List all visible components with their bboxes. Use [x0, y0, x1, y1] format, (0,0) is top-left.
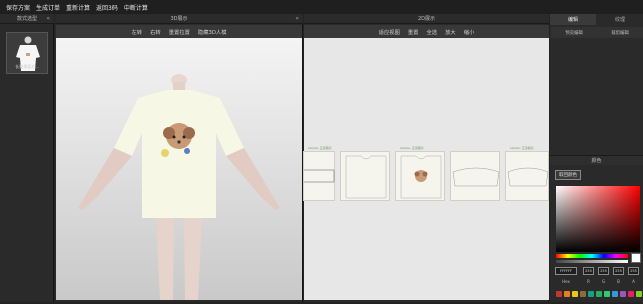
- color-preview-swatch: [631, 253, 641, 263]
- pattern-piece-outline: [304, 169, 335, 183]
- collapse-3d-icon[interactable]: »: [295, 15, 299, 22]
- pattern-piece-outline: [400, 155, 442, 199]
- pattern-piece-label: simple: 正身裁片: [308, 146, 332, 150]
- menu-interrupt-calc[interactable]: 中断计算: [124, 3, 148, 12]
- sub-tabs: 预览编辑 裁剪编辑: [551, 27, 643, 38]
- color-swatch[interactable]: [596, 291, 602, 297]
- pattern-piece[interactable]: [450, 151, 500, 201]
- color-swatch[interactable]: [588, 291, 594, 297]
- pattern-piece-label: simple: 正身裁片: [400, 146, 424, 150]
- panel-3d-title: 3D展示: [170, 16, 188, 22]
- blue-input[interactable]: 255: [613, 267, 624, 275]
- pattern-piece[interactable]: simple: 正身裁片: [395, 146, 445, 201]
- pattern-piece-outline: [345, 155, 387, 199]
- select-all-button[interactable]: 全选: [426, 28, 437, 36]
- alpha-label: A: [632, 279, 635, 284]
- tab-edit[interactable]: 编辑: [550, 14, 596, 25]
- zoom-out-button[interactable]: 缩小: [464, 28, 475, 36]
- style-panel-header: 款式选型 «: [0, 14, 54, 24]
- subtab-preview-edit[interactable]: 预览编辑: [565, 30, 583, 36]
- style-thumbnail-label: 长袖薄柔衫...: [15, 64, 39, 69]
- hide-mannequin-button[interactable]: 隐藏3D人模: [198, 28, 227, 36]
- alpha-input[interactable]: 255: [628, 267, 639, 275]
- pattern-piece-outline: [507, 167, 549, 187]
- style-panel-title: 款式选型: [16, 16, 37, 22]
- mannequin-render: [78, 74, 280, 300]
- toolbar-2d: 适应视图 重置 全选 放大 缩小: [304, 25, 549, 38]
- toolbar-3d: 左转 右转 重置拉置 隐藏3D人模: [56, 25, 302, 38]
- green-label: G: [601, 279, 606, 284]
- alpha-slider[interactable]: [556, 260, 628, 263]
- pattern-piece[interactable]: [340, 151, 390, 201]
- color-swatch[interactable]: [604, 291, 610, 297]
- color-swatch[interactable]: [564, 291, 570, 297]
- collapse-left-icon[interactable]: «: [46, 15, 50, 22]
- view-3d[interactable]: [56, 38, 302, 300]
- pattern-piece[interactable]: simple: 正身裁片: [505, 146, 549, 201]
- color-swatch[interactable]: [572, 291, 578, 297]
- fit-view-button[interactable]: 适应视图: [379, 28, 400, 36]
- subtab-crop-edit[interactable]: 裁剪编辑: [611, 30, 629, 36]
- color-swatch[interactable]: [556, 291, 562, 297]
- color-swatch[interactable]: [612, 291, 618, 297]
- menu-bar: 保存方案 生成订单 重新计算 返回3码 中断计算: [0, 0, 643, 14]
- menu-return-3code[interactable]: 返回3码: [96, 3, 118, 12]
- pick-color-button[interactable]: 取回颜色: [555, 170, 581, 180]
- tab-texture[interactable]: 纹理: [597, 14, 643, 25]
- rotate-left-button[interactable]: 左转: [131, 28, 142, 36]
- panel-3d-header: 3D展示 »: [55, 14, 303, 24]
- reset-view-button[interactable]: 重置拉置: [169, 28, 190, 36]
- menu-generate-order[interactable]: 生成订单: [36, 3, 60, 12]
- panel-2d-title: 2D展示: [417, 16, 436, 22]
- color-swatch[interactable]: [620, 291, 626, 297]
- color-saturation-value-picker[interactable]: [556, 186, 640, 252]
- color-swatch[interactable]: [628, 291, 634, 297]
- blue-label: B: [617, 279, 620, 284]
- color-swatch[interactable]: [636, 291, 642, 297]
- rotate-right-button[interactable]: 右转: [150, 28, 161, 36]
- menu-save-scheme[interactable]: 保存方案: [6, 3, 30, 12]
- red-label: R: [587, 279, 590, 284]
- menu-recalculate[interactable]: 重新计算: [66, 3, 90, 12]
- color-section-header: 颜色: [550, 155, 643, 165]
- pattern-piece-label: simple: 正身裁片: [510, 146, 534, 150]
- reset-2d-button[interactable]: 重置: [408, 28, 419, 36]
- zoom-in-button[interactable]: 放大: [445, 28, 456, 36]
- hex-label: Hex: [562, 279, 570, 284]
- pattern-piece-outline: [452, 167, 500, 187]
- green-input[interactable]: 255: [598, 267, 609, 275]
- pattern-piece[interactable]: simple: 正身裁片: [303, 146, 335, 201]
- hex-input[interactable]: FFFFFF: [555, 267, 577, 275]
- color-swatch[interactable]: [580, 291, 586, 297]
- hue-slider[interactable]: [556, 254, 628, 258]
- red-input[interactable]: 255: [583, 267, 594, 275]
- panel-2d-header: 2D展示: [304, 14, 549, 24]
